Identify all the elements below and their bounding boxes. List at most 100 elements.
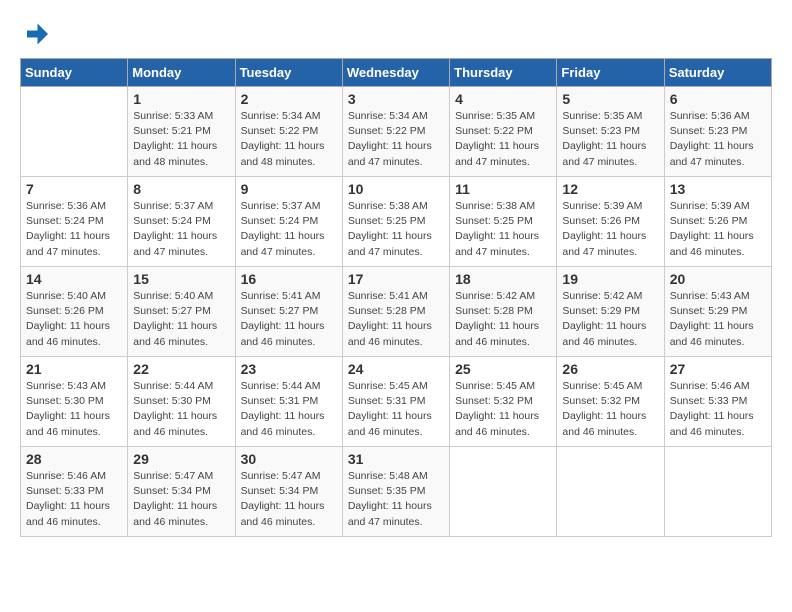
calendar-week-row: 21 Sunrise: 5:43 AM Sunset: 5:30 PM Dayli… xyxy=(21,357,772,447)
weekday-header-monday: Monday xyxy=(128,59,235,87)
day-info: Sunrise: 5:35 AM Sunset: 5:22 PM Dayligh… xyxy=(455,109,551,170)
day-number: 17 xyxy=(348,271,444,287)
calendar-cell: 1 Sunrise: 5:33 AM Sunset: 5:21 PM Daylig… xyxy=(128,87,235,177)
calendar-cell: 13 Sunrise: 5:39 AM Sunset: 5:26 PM Dayli… xyxy=(664,177,771,267)
day-info: Sunrise: 5:42 AM Sunset: 5:29 PM Dayligh… xyxy=(562,289,658,350)
day-number: 25 xyxy=(455,361,551,377)
calendar-cell: 29Sunrise: 5:47 AM Sunset: 5:34 PM Dayli… xyxy=(128,447,235,537)
day-number: 2 xyxy=(241,91,337,107)
calendar-cell: 11 Sunrise: 5:38 AM Sunset: 5:25 PM Dayli… xyxy=(450,177,557,267)
calendar-body: 1 Sunrise: 5:33 AM Sunset: 5:21 PM Daylig… xyxy=(21,87,772,537)
calendar-cell xyxy=(21,87,128,177)
calendar-cell: 6Sunrise: 5:36 AM Sunset: 5:23 PM Daylig… xyxy=(664,87,771,177)
day-info: Sunrise: 5:35 AM Sunset: 5:23 PM Dayligh… xyxy=(562,109,658,170)
logo xyxy=(20,20,52,48)
day-info: Sunrise: 5:37 AM Sunset: 5:24 PM Dayligh… xyxy=(133,199,229,260)
calendar-cell xyxy=(557,447,664,537)
calendar-cell: 31Sunrise: 5:48 AM Sunset: 5:35 PM Dayli… xyxy=(342,447,449,537)
calendar-cell: 3 Sunrise: 5:34 AM Sunset: 5:22 PM Daylig… xyxy=(342,87,449,177)
weekday-header-friday: Friday xyxy=(557,59,664,87)
weekday-header-thursday: Thursday xyxy=(450,59,557,87)
day-info: Sunrise: 5:39 AM Sunset: 5:26 PM Dayligh… xyxy=(562,199,658,260)
day-info: Sunrise: 5:40 AM Sunset: 5:26 PM Dayligh… xyxy=(26,289,122,350)
day-info: Sunrise: 5:43 AM Sunset: 5:30 PM Dayligh… xyxy=(26,379,122,440)
day-number: 16 xyxy=(241,271,337,287)
calendar-cell: 23Sunrise: 5:44 AM Sunset: 5:31 PM Dayli… xyxy=(235,357,342,447)
day-info: Sunrise: 5:45 AM Sunset: 5:32 PM Dayligh… xyxy=(455,379,551,440)
calendar-header: SundayMondayTuesdayWednesdayThursdayFrid… xyxy=(21,59,772,87)
day-number: 26 xyxy=(562,361,658,377)
day-number: 15 xyxy=(133,271,229,287)
calendar-cell xyxy=(664,447,771,537)
day-info: Sunrise: 5:44 AM Sunset: 5:30 PM Dayligh… xyxy=(133,379,229,440)
calendar-week-row: 1 Sunrise: 5:33 AM Sunset: 5:21 PM Daylig… xyxy=(21,87,772,177)
weekday-header-sunday: Sunday xyxy=(21,59,128,87)
day-info: Sunrise: 5:38 AM Sunset: 5:25 PM Dayligh… xyxy=(455,199,551,260)
day-number: 13 xyxy=(670,181,766,197)
weekday-header-wednesday: Wednesday xyxy=(342,59,449,87)
calendar-cell: 4Sunrise: 5:35 AM Sunset: 5:22 PM Daylig… xyxy=(450,87,557,177)
day-info: Sunrise: 5:39 AM Sunset: 5:26 PM Dayligh… xyxy=(670,199,766,260)
day-number: 22 xyxy=(133,361,229,377)
calendar-cell: 28 Sunrise: 5:46 AM Sunset: 5:33 PM Dayli… xyxy=(21,447,128,537)
calendar-cell: 19 Sunrise: 5:42 AM Sunset: 5:29 PM Dayli… xyxy=(557,267,664,357)
day-number: 27 xyxy=(670,361,766,377)
day-number: 3 xyxy=(348,91,444,107)
day-number: 6 xyxy=(670,91,766,107)
calendar-cell xyxy=(450,447,557,537)
day-info: Sunrise: 5:34 AM Sunset: 5:22 PM Dayligh… xyxy=(241,109,337,170)
day-number: 11 xyxy=(455,181,551,197)
calendar-cell: 26Sunrise: 5:45 AM Sunset: 5:32 PM Dayli… xyxy=(557,357,664,447)
calendar-cell: 14Sunrise: 5:40 AM Sunset: 5:26 PM Dayli… xyxy=(21,267,128,357)
calendar-cell: 7 Sunrise: 5:36 AM Sunset: 5:24 PM Daylig… xyxy=(21,177,128,267)
calendar-cell: 21 Sunrise: 5:43 AM Sunset: 5:30 PM Dayli… xyxy=(21,357,128,447)
day-info: Sunrise: 5:34 AM Sunset: 5:22 PM Dayligh… xyxy=(348,109,444,170)
weekday-header-tuesday: Tuesday xyxy=(235,59,342,87)
calendar-cell: 24 Sunrise: 5:45 AM Sunset: 5:31 PM Dayli… xyxy=(342,357,449,447)
calendar-cell: 17 Sunrise: 5:41 AM Sunset: 5:28 PM Dayli… xyxy=(342,267,449,357)
day-number: 19 xyxy=(562,271,658,287)
day-info: Sunrise: 5:43 AM Sunset: 5:29 PM Dayligh… xyxy=(670,289,766,350)
day-number: 21 xyxy=(26,361,122,377)
day-number: 30 xyxy=(241,451,337,467)
day-number: 5 xyxy=(562,91,658,107)
day-info: Sunrise: 5:45 AM Sunset: 5:31 PM Dayligh… xyxy=(348,379,444,440)
day-number: 1 xyxy=(133,91,229,107)
calendar-cell: 22 Sunrise: 5:44 AM Sunset: 5:30 PM Dayli… xyxy=(128,357,235,447)
day-number: 28 xyxy=(26,451,122,467)
day-info: Sunrise: 5:33 AM Sunset: 5:21 PM Dayligh… xyxy=(133,109,229,170)
day-number: 29 xyxy=(133,451,229,467)
page-header xyxy=(20,20,772,48)
day-number: 31 xyxy=(348,451,444,467)
day-info: Sunrise: 5:38 AM Sunset: 5:25 PM Dayligh… xyxy=(348,199,444,260)
day-info: Sunrise: 5:36 AM Sunset: 5:24 PM Dayligh… xyxy=(26,199,122,260)
calendar-cell: 8Sunrise: 5:37 AM Sunset: 5:24 PM Daylig… xyxy=(128,177,235,267)
day-info: Sunrise: 5:46 AM Sunset: 5:33 PM Dayligh… xyxy=(26,469,122,530)
day-number: 9 xyxy=(241,181,337,197)
day-info: Sunrise: 5:41 AM Sunset: 5:27 PM Dayligh… xyxy=(241,289,337,350)
day-number: 18 xyxy=(455,271,551,287)
calendar-cell: 5 Sunrise: 5:35 AM Sunset: 5:23 PM Daylig… xyxy=(557,87,664,177)
calendar-week-row: 14Sunrise: 5:40 AM Sunset: 5:26 PM Dayli… xyxy=(21,267,772,357)
logo-icon xyxy=(20,20,48,48)
day-number: 23 xyxy=(241,361,337,377)
calendar-cell: 20 Sunrise: 5:43 AM Sunset: 5:29 PM Dayli… xyxy=(664,267,771,357)
day-number: 7 xyxy=(26,181,122,197)
day-number: 10 xyxy=(348,181,444,197)
calendar-week-row: 7 Sunrise: 5:36 AM Sunset: 5:24 PM Daylig… xyxy=(21,177,772,267)
day-info: Sunrise: 5:40 AM Sunset: 5:27 PM Dayligh… xyxy=(133,289,229,350)
day-number: 20 xyxy=(670,271,766,287)
day-info: Sunrise: 5:41 AM Sunset: 5:28 PM Dayligh… xyxy=(348,289,444,350)
calendar-table: SundayMondayTuesdayWednesdayThursdayFrid… xyxy=(20,58,772,537)
day-info: Sunrise: 5:42 AM Sunset: 5:28 PM Dayligh… xyxy=(455,289,551,350)
day-info: Sunrise: 5:37 AM Sunset: 5:24 PM Dayligh… xyxy=(241,199,337,260)
calendar-cell: 30Sunrise: 5:47 AM Sunset: 5:34 PM Dayli… xyxy=(235,447,342,537)
calendar-cell: 18 Sunrise: 5:42 AM Sunset: 5:28 PM Dayli… xyxy=(450,267,557,357)
calendar-cell: 15 Sunrise: 5:40 AM Sunset: 5:27 PM Dayli… xyxy=(128,267,235,357)
day-number: 12 xyxy=(562,181,658,197)
day-number: 24 xyxy=(348,361,444,377)
calendar-week-row: 28 Sunrise: 5:46 AM Sunset: 5:33 PM Dayli… xyxy=(21,447,772,537)
calendar-cell: 10 Sunrise: 5:38 AM Sunset: 5:25 PM Dayli… xyxy=(342,177,449,267)
weekday-row: SundayMondayTuesdayWednesdayThursdayFrid… xyxy=(21,59,772,87)
calendar-cell: 9 Sunrise: 5:37 AM Sunset: 5:24 PM Daylig… xyxy=(235,177,342,267)
